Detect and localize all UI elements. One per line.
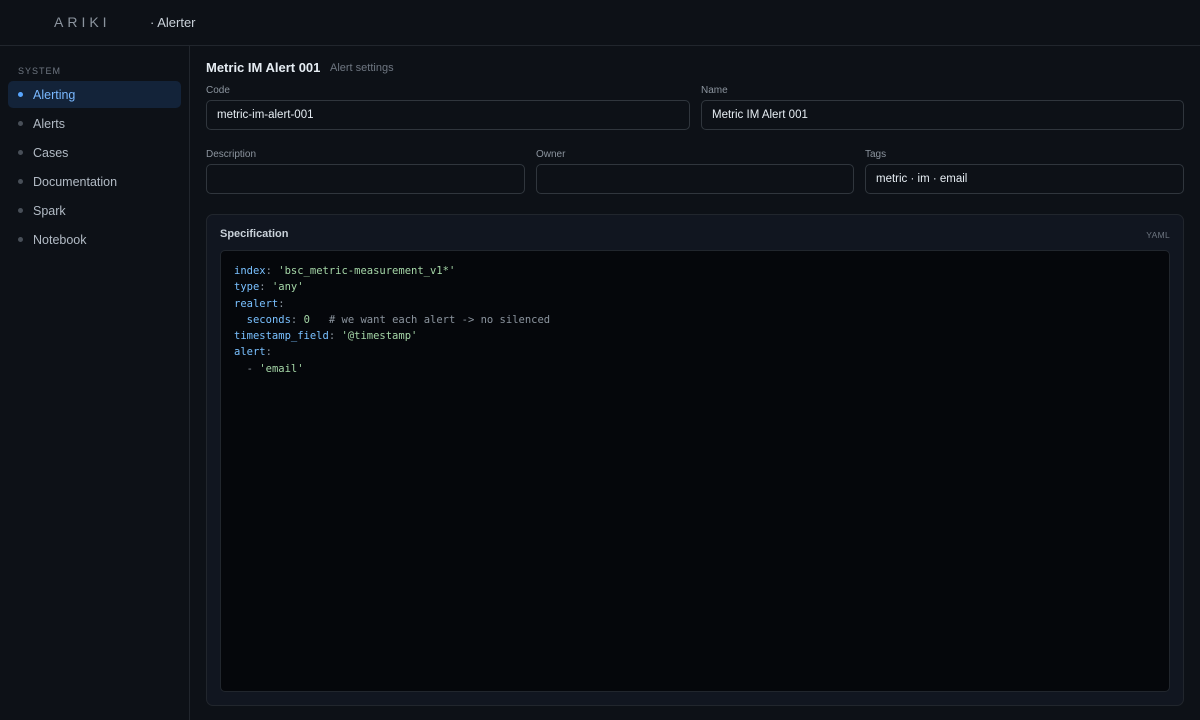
sidebar-item-cases[interactable]: Cases	[8, 139, 181, 166]
code-separator: :	[265, 265, 279, 277]
name-field[interactable]: Metric IM Alert 001	[701, 100, 1184, 130]
code-line: - 'email'	[234, 361, 1156, 377]
code-line: alert:	[234, 344, 1156, 360]
bullet-icon	[18, 92, 23, 97]
sidebar-item-label: Spark	[33, 203, 66, 218]
code-line: realert:	[234, 296, 1156, 312]
svg-text:ARIKI: ARIKI	[54, 15, 111, 29]
code-separator: :	[265, 346, 272, 359]
sidebar-item-label: Alerting	[33, 87, 76, 102]
bullet-icon	[18, 179, 23, 184]
code-line: timestamp_field: '@timestamp'	[234, 328, 1156, 344]
bullet-icon	[18, 237, 23, 242]
code-key: seconds	[246, 313, 291, 326]
sidebar-item-label: Documentation	[33, 174, 118, 189]
code-value: 'bsc_metric-measurement_v1*'	[278, 265, 456, 277]
page-subtitle: Alert settings	[330, 62, 394, 74]
sidebar-section-label: SYSTEM	[18, 66, 62, 76]
sidebar-item-documentation[interactable]: Documentation	[8, 168, 181, 195]
code-line: seconds: 0 # we want each alert -> no si…	[234, 312, 1156, 328]
code-key: type	[234, 281, 260, 294]
code-value: '@timestamp'	[341, 330, 418, 343]
main-content: Metric IM Alert 001 Alert settings Code …	[190, 46, 1200, 720]
code-line: type: 'any'	[234, 279, 1156, 295]
code-key: alert	[234, 346, 266, 359]
sidebar-item-alerts[interactable]: Alerts	[8, 110, 181, 137]
tags-label: Tags	[865, 149, 887, 160]
code-key: realert	[234, 297, 279, 310]
code-value: 'any'	[271, 281, 304, 294]
code-key: timestamp_field	[234, 330, 329, 343]
code-separator: :	[328, 330, 342, 343]
code-comment: # we want each alert -> no silenced	[309, 313, 551, 326]
sidebar-item-notebook[interactable]: Notebook	[8, 226, 181, 253]
description-field[interactable]	[206, 164, 525, 194]
code-key: index	[234, 265, 266, 277]
specification-title: Specification	[220, 228, 289, 240]
specification-panel: Specification YAML index: 'bsc_metric-me…	[206, 214, 1184, 706]
sidebar-item-spark[interactable]: Spark	[8, 197, 181, 224]
sidebar-item-label: Cases	[33, 145, 69, 160]
sidebar-item-label: Notebook	[33, 232, 87, 247]
bullet-icon	[18, 121, 23, 126]
description-label: Description	[206, 149, 257, 160]
sidebar-item-alerting[interactable]: Alerting	[8, 81, 181, 108]
owner-field[interactable]	[536, 164, 854, 194]
page-title: Metric IM Alert 001	[206, 60, 321, 75]
code-field[interactable]: metric-im-alert-001	[206, 100, 690, 130]
owner-label: Owner	[536, 149, 566, 160]
bullet-icon	[18, 208, 23, 213]
sidebar-item-label: Alerts	[33, 116, 65, 131]
sidebar: SYSTEM Alerting Alerts Cases Documentati…	[0, 46, 190, 720]
ariki-logo[interactable]: ARIKI	[54, 15, 126, 29]
format-badge: YAML	[1146, 230, 1170, 240]
tags-field[interactable]: metric · im · email	[865, 164, 1184, 194]
code-separator: :	[259, 281, 272, 294]
top-bar: ARIKI · Alerter	[0, 0, 1200, 46]
code-value: 'email'	[259, 362, 304, 375]
bullet-icon	[18, 150, 23, 155]
code-label: Code	[206, 85, 230, 96]
code-separator: :	[290, 313, 304, 326]
app-name: · Alerter	[150, 15, 196, 30]
yaml-editor[interactable]: index: 'bsc_metric-measurement_v1*' type:…	[220, 250, 1170, 692]
name-label: Name	[701, 85, 728, 96]
code-line: index: 'bsc_metric-measurement_v1*'	[234, 263, 1156, 279]
code-separator: :	[278, 297, 285, 310]
code-dash: -	[246, 362, 260, 375]
